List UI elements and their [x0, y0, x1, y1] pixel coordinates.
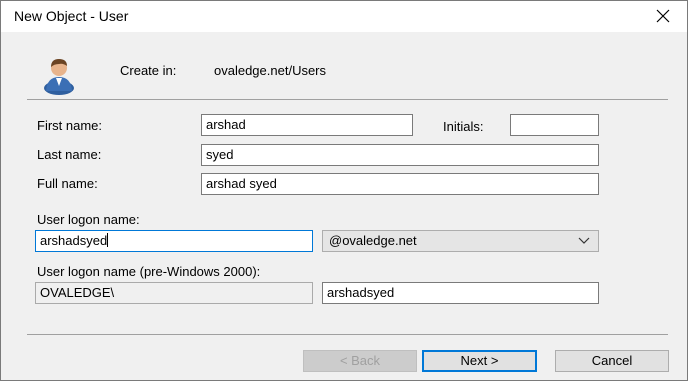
user-logon-name-field[interactable]: arshadsyed — [35, 230, 313, 252]
close-icon — [656, 9, 670, 23]
next-button[interactable]: Next > — [422, 350, 537, 372]
title-bar: New Object - User — [1, 1, 687, 32]
pre-windows-2000-logon-field[interactable]: arshadsyed — [322, 282, 599, 304]
full-name-field[interactable]: arshad syed — [201, 173, 599, 195]
window-title: New Object - User — [14, 8, 129, 24]
create-in-value: ovaledge.net/Users — [214, 63, 327, 78]
upn-suffix-dropdown[interactable]: @ovaledge.net — [322, 230, 599, 252]
cancel-button[interactable]: Cancel — [555, 350, 669, 372]
back-button[interactable]: < Back — [303, 350, 417, 372]
first-name-field[interactable]: arshad — [201, 114, 413, 136]
initials-label: Initials: — [443, 119, 484, 134]
chevron-down-icon — [578, 237, 590, 244]
header-divider — [27, 99, 668, 100]
new-object-user-dialog: New Object - User Create in: ovaledge.ne… — [0, 0, 688, 381]
pre-windows-2000-label: User logon name (pre-Windows 2000): — [37, 264, 261, 279]
initials-field[interactable] — [510, 114, 599, 136]
pre-windows-2000-domain-field: OVALEDGE\ — [35, 282, 313, 304]
close-button[interactable] — [648, 3, 678, 29]
user-logon-name-label: User logon name: — [37, 212, 140, 227]
last-name-field[interactable]: syed — [201, 144, 599, 166]
user-logon-name-value: arshadsyed — [40, 233, 108, 248]
text-cursor — [107, 233, 109, 247]
upn-suffix-value: @ovaledge.net — [329, 233, 417, 248]
last-name-label: Last name: — [37, 147, 102, 162]
footer-divider — [27, 334, 668, 335]
full-name-label: Full name: — [37, 176, 98, 191]
user-icon — [44, 59, 74, 95]
first-name-label: First name: — [37, 118, 103, 133]
create-in-label: Create in: — [120, 63, 177, 78]
